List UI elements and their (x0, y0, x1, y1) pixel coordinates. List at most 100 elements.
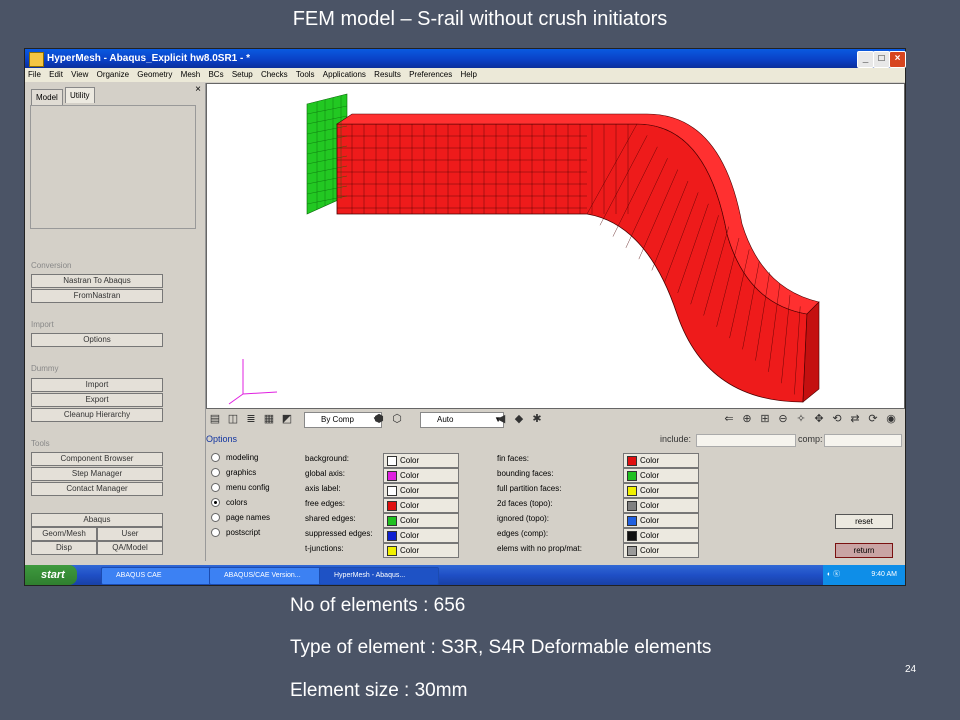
contour-icon[interactable]: ◆ (512, 412, 526, 426)
radio-colors[interactable]: colors (211, 498, 247, 508)
radio-postscript[interactable]: postscript (211, 528, 260, 538)
color-swatch (627, 486, 637, 496)
hypermesh-window: HyperMesh - Abaqus_Explicit hw8.0SR1 - *… (24, 48, 906, 586)
open-folder-icon[interactable]: ▤ (208, 412, 222, 426)
minimize-button[interactable]: _ (857, 51, 874, 68)
color-swatch (627, 516, 637, 526)
abaqus-button[interactable]: Abaqus (31, 513, 163, 527)
page-number: 24 (905, 664, 917, 675)
fit-icon[interactable]: ✧ (794, 412, 808, 426)
system-tray: ◐ ⓚ 9:40 AM (823, 565, 905, 585)
maximize-button[interactable]: □ (873, 51, 890, 68)
nastran-to-abaqus-button[interactable]: Nastran To Abaqus (31, 274, 163, 288)
zoom-window-icon[interactable]: ⊞ (758, 412, 772, 426)
component-browser-button[interactable]: Component Browser (31, 452, 163, 466)
settings-icon[interactable]: ✱ (530, 412, 544, 426)
from-nastran-button[interactable]: FromNastran (31, 289, 163, 303)
import-options-button[interactable]: Options (31, 333, 163, 347)
color-button[interactable]: Color (623, 483, 699, 498)
color-button[interactable]: Color (623, 513, 699, 528)
section-import: Import (31, 320, 54, 329)
rotate-icon[interactable]: ⟲ (830, 412, 844, 426)
geom-mesh-button[interactable]: Geom/Mesh (31, 527, 97, 541)
color-button[interactable]: Color (383, 498, 459, 513)
view-icon[interactable]: ◉ (884, 412, 898, 426)
return-button[interactable]: return (835, 543, 893, 558)
color-button[interactable]: Color (623, 453, 699, 468)
cleanup-hierarchy-button[interactable]: Cleanup Hierarchy (31, 408, 163, 422)
radio-menu-config[interactable]: menu config (211, 483, 270, 493)
layers-icon[interactable]: ≣ (244, 412, 258, 426)
taskbar-item-abaqus-cae-version[interactable]: ABAQUS/CAE Version... (209, 567, 329, 585)
save-icon[interactable]: ◫ (226, 412, 240, 426)
close-button[interactable]: × (889, 51, 906, 68)
color-button-label: Color (640, 456, 660, 465)
menu-preferences[interactable]: Preferences (406, 68, 455, 82)
cube-icon[interactable]: ⬢ (372, 412, 386, 426)
radio-modeling[interactable]: modeling (211, 453, 259, 463)
color-button[interactable]: Color (623, 543, 699, 558)
menu-file[interactable]: File (25, 68, 44, 82)
menu-applications[interactable]: Applications (320, 68, 369, 82)
color-mode-select[interactable]: By Comp ▼ (304, 412, 382, 428)
contact-manager-button[interactable]: Contact Manager (31, 482, 163, 496)
radio-page-names[interactable]: page names (211, 513, 270, 523)
dummy-import-button[interactable]: Import (31, 378, 163, 392)
move-icon[interactable]: ⇄ (848, 412, 862, 426)
color-setting-label: full partition faces: (497, 484, 562, 493)
color-button[interactable]: Color (623, 498, 699, 513)
color-button[interactable]: Color (383, 483, 459, 498)
tab-utility[interactable]: Utility (65, 87, 95, 103)
menu-setup[interactable]: Setup (229, 68, 256, 82)
menu-edit[interactable]: Edit (46, 68, 66, 82)
comp-field[interactable] (824, 434, 902, 447)
user-button[interactable]: User (97, 527, 163, 541)
menu-tools[interactable]: Tools (293, 68, 318, 82)
menu-geometry[interactable]: Geometry (134, 68, 175, 82)
display-mode-select[interactable]: Auto ▼ (420, 412, 504, 428)
pan-icon[interactable]: ✥ (812, 412, 826, 426)
tray-icons[interactable]: ◐ ⓚ (827, 565, 840, 585)
menu-organize[interactable]: Organize (94, 68, 132, 82)
disp-button[interactable]: Disp (31, 541, 97, 555)
menu-view[interactable]: View (68, 68, 91, 82)
step-manager-button[interactable]: Step Manager (31, 467, 163, 481)
zoom-icon[interactable]: ⊕ (740, 412, 754, 426)
color-button[interactable]: Color (383, 513, 459, 528)
taskbar-item-abaqus-cae[interactable]: ABAQUS CAE (101, 567, 213, 585)
tab-model[interactable]: Model (31, 89, 63, 105)
arrow-icon[interactable]: ◀ (494, 412, 508, 426)
color-button-label: Color (640, 516, 660, 525)
menu-results[interactable]: Results (371, 68, 404, 82)
include-field[interactable] (696, 434, 796, 447)
reset-button[interactable]: reset (835, 514, 893, 529)
menu-checks[interactable]: Checks (258, 68, 291, 82)
start-label: start (41, 569, 65, 581)
color-setting-label: suppressed edges: (305, 529, 373, 538)
color-button[interactable]: Color (383, 543, 459, 558)
cube-shaded-icon[interactable]: ⬡ (390, 412, 404, 426)
radio-label: modeling (226, 453, 259, 462)
window-titlebar[interactable]: HyperMesh - Abaqus_Explicit hw8.0SR1 - *… (25, 49, 906, 68)
color-button[interactable]: Color (383, 453, 459, 468)
dummy-export-button[interactable]: Export (31, 393, 163, 407)
menu-mesh[interactable]: Mesh (178, 68, 204, 82)
grid-icon[interactable]: ▦ (262, 412, 276, 426)
start-button[interactable]: start (25, 565, 77, 585)
graphics-viewport[interactable] (206, 83, 905, 409)
panel-close-icon[interactable]: × (195, 84, 201, 95)
color-button[interactable]: Color (623, 528, 699, 543)
back-arrow-icon[interactable]: ⇐ (722, 412, 736, 426)
color-swatch (387, 531, 397, 541)
radio-graphics[interactable]: graphics (211, 468, 256, 478)
menu-help[interactable]: Help (457, 68, 479, 82)
spin-icon[interactable]: ⟳ (866, 412, 880, 426)
qa-model-button[interactable]: QA/Model (97, 541, 163, 555)
color-button[interactable]: Color (623, 468, 699, 483)
color-button[interactable]: Color (383, 528, 459, 543)
taskbar-item-hypermesh[interactable]: HyperMesh - Abaqus... (319, 567, 439, 585)
color-button[interactable]: Color (383, 468, 459, 483)
zoom-out-icon[interactable]: ⊖ (776, 412, 790, 426)
shaded-icon[interactable]: ◩ (280, 412, 294, 426)
menu-bcs[interactable]: BCs (205, 68, 226, 82)
